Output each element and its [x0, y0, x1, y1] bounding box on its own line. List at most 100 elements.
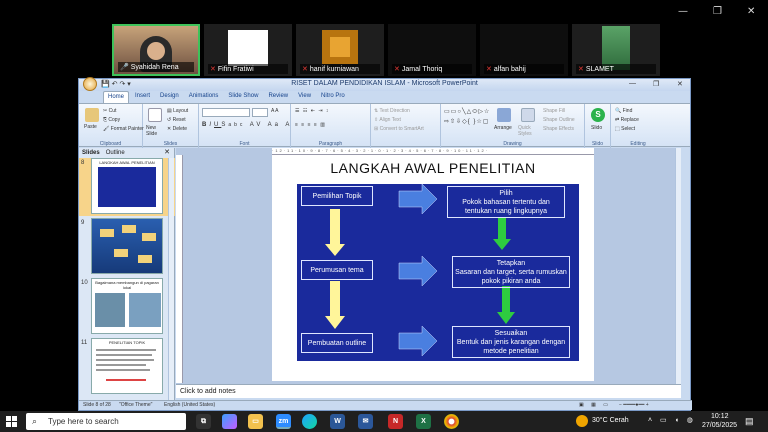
- align-text-button[interactable]: ⇳ Align Text: [374, 117, 401, 123]
- participant-tile[interactable]: ✕ hanif kurniawan: [296, 24, 384, 76]
- tab-outline[interactable]: Outline: [106, 150, 125, 156]
- step-box-outline: Pembuatan outline: [301, 333, 373, 353]
- word-icon[interactable]: W: [330, 414, 345, 429]
- right-arrow: [398, 325, 438, 357]
- find-button[interactable]: 🔍 Find: [615, 108, 632, 114]
- notes-pane[interactable]: Click to add notes: [176, 384, 681, 398]
- select-button[interactable]: ⬚ Select: [615, 126, 635, 132]
- language-indicator[interactable]: English (United States): [164, 402, 215, 408]
- clock-date[interactable]: 27/05/2025: [702, 422, 737, 429]
- slido-button[interactable]: Slido: [591, 125, 602, 131]
- close-icon[interactable]: ✕: [747, 6, 755, 17]
- slide-canvas[interactable]: LANGKAH AWAL PENELITIAN Pemilihan Topik …: [272, 155, 594, 381]
- tab-design[interactable]: Design: [156, 91, 183, 103]
- search-icon: ⌕: [32, 416, 38, 426]
- detail-head: Pilih: [499, 189, 513, 197]
- tab-slides[interactable]: Slides: [82, 150, 100, 156]
- minimize-icon[interactable]: —: [629, 80, 636, 87]
- slide-title[interactable]: LANGKAH AWAL PENELITIAN: [272, 160, 594, 176]
- restore-icon[interactable]: ❐: [713, 6, 722, 17]
- slide-thumbnail[interactable]: 9: [79, 218, 175, 276]
- participant-name: ✕ Fifin Fratiwi: [208, 64, 288, 74]
- tab-home[interactable]: Home: [103, 91, 130, 103]
- mail-icon[interactable]: ✉: [358, 414, 373, 429]
- group-label: Font: [239, 141, 250, 147]
- slide-thumbnail[interactable]: 10 Bagaimana membangun di pagaran lokal: [79, 278, 175, 336]
- copilot-icon[interactable]: [222, 414, 237, 429]
- chrome-icon[interactable]: [444, 414, 459, 429]
- excel-icon[interactable]: X: [416, 414, 431, 429]
- new-slide-icon: [148, 108, 162, 122]
- tab-review[interactable]: Review: [264, 91, 292, 103]
- font-format-buttons[interactable]: BIUSabc AV Aa A: [202, 122, 292, 128]
- text-direction-button[interactable]: ⇅ Text Direction: [374, 108, 410, 114]
- task-view-icon[interactable]: ⧉: [196, 414, 211, 429]
- close-panel-icon[interactable]: ✕: [164, 148, 170, 156]
- clock-time[interactable]: 10:12: [711, 413, 729, 420]
- minimize-icon[interactable]: —: [678, 6, 688, 17]
- group-label: Slides: [163, 141, 178, 147]
- group-label: Paragraph: [318, 141, 343, 147]
- tab-view[interactable]: View: [294, 91, 315, 103]
- participant-tile[interactable]: 🎤 Syahidah Rena: [112, 24, 200, 76]
- tab-slide-show[interactable]: Slide Show: [224, 91, 262, 103]
- windows-start-icon[interactable]: [6, 416, 17, 427]
- participant-tile[interactable]: ✕ Jamal Thoriq: [388, 24, 476, 76]
- convert-smartart-button[interactable]: ⊞ Convert to SmartArt: [374, 126, 424, 132]
- shape-fill-button[interactable]: Shape Fill: [543, 108, 565, 114]
- font-name-combo[interactable]: [202, 108, 250, 117]
- shape-outline-button[interactable]: Shape Outline: [543, 117, 575, 123]
- editing-group: 🔍 Find ⇄ Replace ⬚ Select Editing: [611, 104, 665, 148]
- zoom-slider[interactable]: − ━━━━●━━ +: [619, 402, 649, 408]
- arrange-icon: [497, 108, 511, 122]
- zoom-app-icon[interactable]: zm: [276, 414, 291, 429]
- new-slide-button[interactable]: New Slide: [146, 125, 166, 137]
- view-buttons[interactable]: ▣ ▦ ▭: [579, 402, 611, 408]
- step-box-topik: Pemilihan Topik: [301, 186, 373, 206]
- participant-tile[interactable]: ✕ Fifin Fratiwi: [204, 24, 292, 76]
- slide-scrollbar[interactable]: [675, 148, 681, 384]
- format-painter-button[interactable]: 🖌 Format Painter: [103, 126, 144, 132]
- reset-button[interactable]: ↺ Reset: [167, 117, 186, 123]
- shapes-gallery-row[interactable]: ⇨⇧⇩◇{ }☆▢: [444, 118, 489, 125]
- tab-insert[interactable]: Insert: [131, 91, 154, 103]
- tray-icons[interactable]: ˄ ▭ ◖ ◍: [648, 416, 696, 424]
- paste-button[interactable]: Paste: [84, 124, 97, 130]
- taskbar-search[interactable]: ⌕ Type here to search: [26, 413, 186, 430]
- down-arrow: [497, 286, 515, 324]
- participant-name: 🎤 Syahidah Rena: [118, 62, 194, 72]
- cut-button[interactable]: ✂ Cut: [103, 108, 116, 114]
- shapes-gallery[interactable]: ▭▭○╲△⬭▷☆: [444, 108, 490, 116]
- restore-icon[interactable]: ❐: [653, 80, 659, 88]
- participant-name: ✕ SLAMET: [576, 64, 656, 74]
- clipboard-group: Paste ✂ Cut ⎘ Copy 🖌 Format Painter Clip…: [79, 104, 144, 148]
- nitro-icon[interactable]: N: [388, 414, 403, 429]
- copy-button[interactable]: ⎘ Copy: [103, 117, 120, 123]
- delete-button[interactable]: ✕ Delete: [167, 126, 187, 132]
- participant-tile[interactable]: ✕ alfan bahij: [480, 24, 568, 76]
- arrange-button[interactable]: Arrange: [494, 125, 512, 131]
- taskbar: ⌕ Type here to search ⧉ ▭ zm W ✉ N X 30°…: [0, 411, 768, 432]
- delete-label: Delete: [172, 126, 188, 132]
- tab-animations[interactable]: Animations: [185, 91, 223, 103]
- list-buttons[interactable]: ☰ ☷ ⇤ ⇥ ↕: [295, 108, 329, 114]
- font-size-combo[interactable]: [252, 108, 268, 117]
- layout-label: Layout: [173, 108, 189, 114]
- align-buttons[interactable]: ≡ ≡ ≡ ≡ ▥: [295, 122, 326, 128]
- participant-tile[interactable]: ✕ SLAMET: [572, 24, 660, 76]
- quick-styles-button[interactable]: Quick Styles: [518, 125, 540, 137]
- font-grow-buttons[interactable]: A A: [271, 108, 279, 114]
- close-icon[interactable]: ✕: [677, 80, 683, 88]
- detail-head: Tetapkan: [496, 259, 526, 267]
- slide-thumbnail[interactable]: 11 PENELITIAN TOPIK: [79, 338, 175, 396]
- notification-icon[interactable]: ▤: [745, 416, 754, 427]
- panel-scrollbar[interactable]: [168, 158, 174, 400]
- layout-button[interactable]: ▤ Layout: [167, 108, 188, 114]
- weather-text[interactable]: 30°C Cerah: [592, 417, 629, 424]
- replace-button[interactable]: ⇄ Replace: [615, 117, 639, 123]
- tab-nitro-pro[interactable]: Nitro Pro: [317, 91, 349, 103]
- file-explorer-icon[interactable]: ▭: [248, 414, 263, 429]
- edge-icon[interactable]: [302, 414, 317, 429]
- slide-thumbnail[interactable]: 8 LANGKAH AWAL PENELITIAN: [79, 158, 175, 216]
- shape-effects-button[interactable]: Shape Effects: [543, 126, 574, 132]
